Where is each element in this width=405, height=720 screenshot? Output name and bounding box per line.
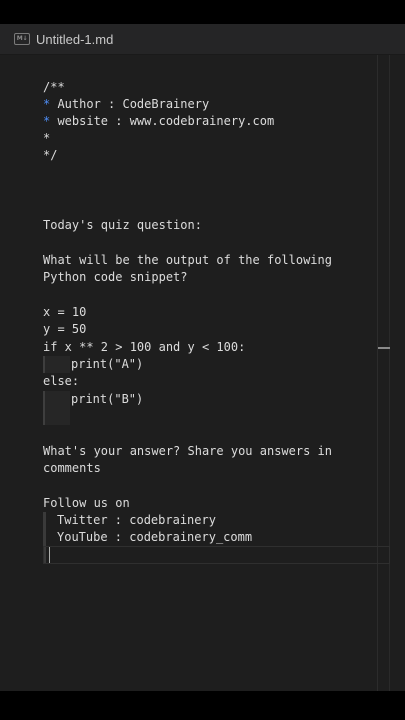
overview-ruler-border bbox=[377, 55, 378, 691]
indent-guide bbox=[43, 391, 70, 408]
answer-line-2: comments bbox=[43, 461, 101, 475]
website-line: * website : www.codebrainery.com bbox=[43, 113, 274, 130]
code-x-line: x = 10 bbox=[43, 305, 87, 319]
author-line: * Author : CodeBrainery bbox=[43, 96, 209, 113]
tab-bar: M↓ Untitled-1.md bbox=[0, 24, 405, 55]
author-text: Author : CodeBrainery bbox=[50, 97, 210, 111]
website-text: website : www.codebrainery.com bbox=[50, 114, 275, 128]
tab-untitled-1[interactable]: M↓ Untitled-1.md bbox=[14, 24, 113, 54]
tab-title: Untitled-1.md bbox=[36, 31, 114, 47]
follow-line: Follow us on bbox=[43, 496, 130, 510]
text-cursor bbox=[49, 547, 50, 563]
twitter-line: Twitter : codebrainery bbox=[57, 513, 216, 527]
question-line-2: Python code snippet? bbox=[43, 270, 188, 284]
comment-open-line: /** bbox=[43, 80, 65, 94]
answer-line-1: What's your answer? Share you answers in bbox=[43, 444, 332, 458]
indent-guide bbox=[43, 356, 70, 373]
empty-star-line: * bbox=[43, 131, 51, 145]
quiz-heading-line: Today's quiz question: bbox=[43, 218, 202, 232]
editor-area[interactable]: /** * Author : CodeBrainery * website : … bbox=[0, 55, 405, 691]
current-line-highlight bbox=[43, 546, 390, 564]
youtube-line: YouTube : codebrainery_comm bbox=[57, 530, 253, 544]
question-line-1: What will be the output of the following bbox=[43, 253, 332, 267]
code-print-a-line: print("A") bbox=[71, 357, 144, 371]
code-y-line: y = 50 bbox=[43, 322, 87, 336]
markdown-file-icon: M↓ bbox=[14, 33, 30, 45]
code-print-b-line: print("B") bbox=[71, 392, 144, 406]
comment-close-line: */ bbox=[43, 148, 58, 162]
code-else-line: else: bbox=[43, 374, 80, 388]
code-if-line: if x ** 2 > 100 and y < 100: bbox=[43, 340, 246, 354]
indent-guide bbox=[43, 408, 70, 425]
bottom-black-bar bbox=[0, 691, 405, 720]
scrollbar-track[interactable] bbox=[389, 55, 390, 691]
top-black-bar bbox=[0, 0, 405, 24]
overview-ruler-marker bbox=[378, 347, 390, 349]
